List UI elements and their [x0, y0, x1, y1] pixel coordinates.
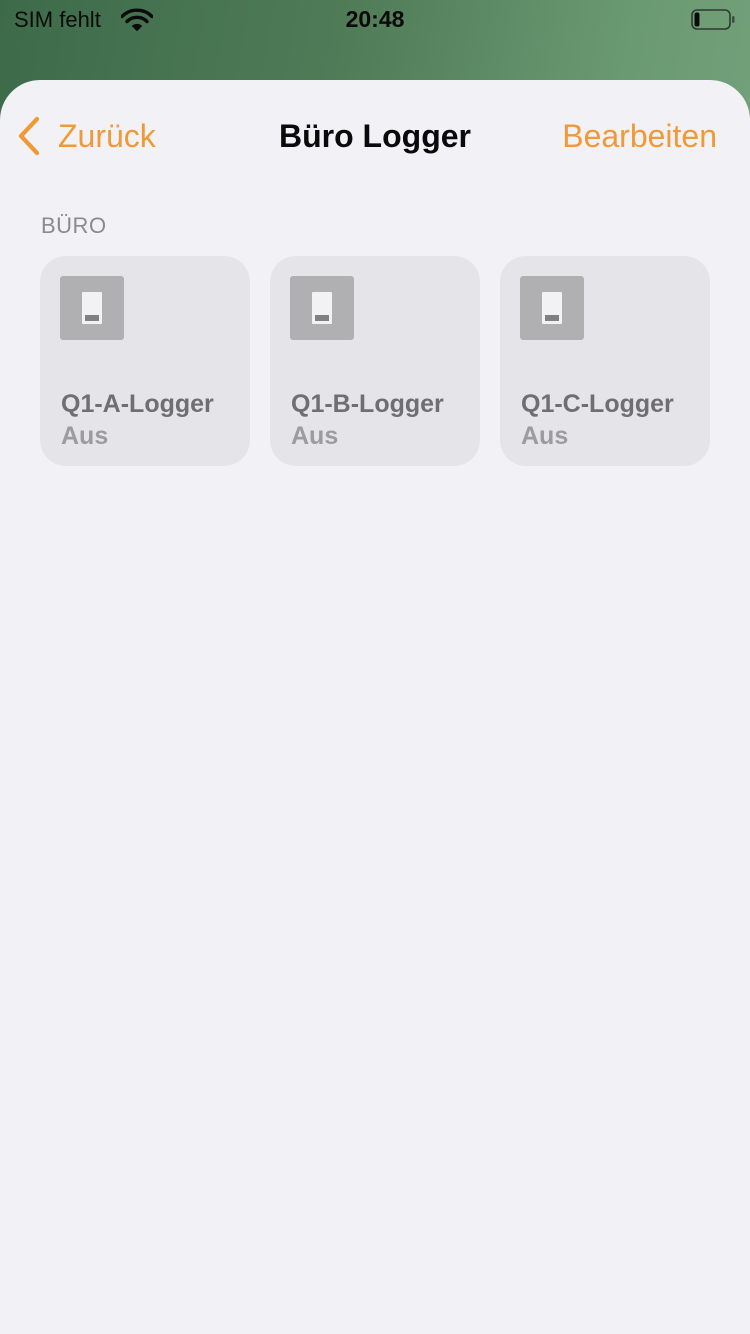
accessory-status: Aus	[291, 422, 339, 450]
accessory-status: Aus	[521, 422, 569, 450]
modal-sheet: Zurück Büro Logger Bearbeiten BÜRO Q1-A-…	[0, 80, 750, 1334]
light-switch-icon	[290, 276, 354, 340]
section-header: BÜRO	[41, 213, 107, 238]
accessory-tile-q1-c[interactable]: Q1-C-Logger Aus	[500, 256, 710, 466]
back-label: Zurück	[58, 117, 156, 154]
light-switch-icon	[520, 276, 584, 340]
battery-icon	[691, 9, 735, 30]
chevron-left-icon	[18, 116, 40, 156]
light-switch-icon	[60, 276, 124, 340]
edit-button[interactable]: Bearbeiten	[562, 118, 717, 155]
accessory-status: Aus	[61, 422, 109, 450]
accessory-name: Q1-A-Logger	[61, 390, 214, 418]
status-bar: SIM fehlt 20:48	[0, 0, 750, 40]
accessory-tile-q1-a[interactable]: Q1-A-Logger Aus	[40, 256, 250, 466]
accessory-tile-q1-b[interactable]: Q1-B-Logger Aus	[270, 256, 480, 466]
back-button[interactable]: Zurück	[16, 114, 156, 158]
accessory-name: Q1-C-Logger	[521, 390, 674, 418]
clock: 20:48	[345, 6, 405, 32]
accessory-name: Q1-B-Logger	[291, 390, 444, 418]
